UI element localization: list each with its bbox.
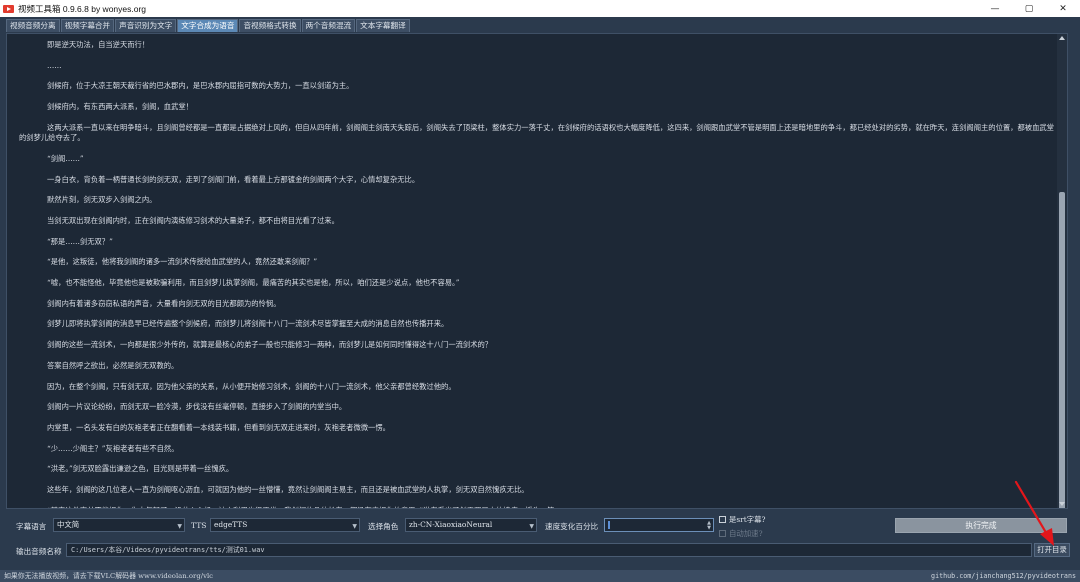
chevron-down-icon: ▼ <box>352 523 357 530</box>
voice-role-select[interactable]: zh-CN-XiaoxiaoNeural ▼ <box>405 518 537 532</box>
scrollbar-thumb[interactable] <box>1059 192 1065 508</box>
auto-speed-checkbox[interactable]: 自动加速? <box>719 528 763 539</box>
text-paragraph: 因为，在整个剑阁，只有剑无双，因为他父亲的关系，从小便开始修习剑术，剑阁的十八门… <box>47 381 456 391</box>
speed-percent-label: 速度变化百分比 <box>545 522 599 531</box>
tab-4[interactable]: 音视频格式转换 <box>239 19 301 32</box>
tab-6[interactable]: 文本字幕翻译 <box>356 19 410 32</box>
auto-speed-label: 自动加速? <box>729 529 763 538</box>
text-paragraph: “少……少阁主？”灰袍老者有些不自然。 <box>47 443 179 453</box>
text-paragraph: 当剑无双出现在剑阁内时，正在剑阁内演练修习剑术的大量弟子，都不由将目光看了过来。 <box>47 216 339 225</box>
text-paragraph: 答案自然呼之欲出，必然是剑无双教的。 <box>47 360 179 370</box>
text-paragraph: 剑阁内有着诸多窃窃私语的声音，大量看向剑无双的目光都颇为的怜悯。 <box>47 298 281 308</box>
text-paragraph: “是他，这叛徒，他将我剑阁的诸多一流剑术传授给血武堂的人，竟然还敢来剑阁？” <box>47 257 318 267</box>
text-paragraph: 剑梦儿即将执掌剑阁的消息早已经传遍整个剑候府，而剑梦儿将剑阁十八门一流剑术尽皆掌… <box>47 319 449 329</box>
subtitle-language-value: 中文简 <box>57 520 80 529</box>
tts-label: TTS <box>191 521 207 530</box>
spin-down-icon[interactable]: ▼ <box>707 525 711 531</box>
window-title: 视频工具箱 0.9.6.8 by wonyes.org <box>18 3 147 14</box>
minimize-icon[interactable]: — <box>978 0 1012 17</box>
text-paragraph: …… <box>47 60 62 70</box>
output-audio-label: 输出音频名称 <box>16 547 62 556</box>
subtitle-language-label: 字幕语言 <box>16 522 47 531</box>
status-bar: 如果你无法播放视频，请去下载VLC解码器 www.videolan.org/vl… <box>0 570 1080 582</box>
scroll-up-icon[interactable] <box>1059 36 1065 40</box>
text-paragraph: 即是逆天功法，自当逆天而行！ <box>47 40 150 49</box>
chevron-down-icon: ▼ <box>177 523 182 530</box>
title-bar: 视频工具箱 0.9.6.8 by wonyes.org — ▢ ✕ <box>0 0 1080 17</box>
tab-5[interactable]: 两个音频混流 <box>301 19 356 32</box>
open-directory-button[interactable]: 打开目录 <box>1034 543 1070 557</box>
tab-2[interactable]: 声音识别为文字 <box>115 19 177 32</box>
voice-role-label: 选择角色 <box>368 522 399 531</box>
speed-percent-input[interactable]: ▲ ▼ <box>604 518 714 532</box>
text-paragraph: 这两大派系一直以来在明争暗斗，且剑阁曾经都是一直都是占据绝对上风的，但自从四年前… <box>19 122 1054 143</box>
execute-button[interactable]: 执行完成 <box>895 518 1067 533</box>
tts-text-input[interactable]: 即是逆天功法，自当逆天而行！ …… 剑候府，位于大凉王朝天裁行省的巴水郡内，是巴水郡… <box>6 33 1068 509</box>
text-paragraph: “剑阁……” <box>47 153 84 163</box>
tts-engine-value: edgeTTS <box>214 520 248 529</box>
text-cursor <box>608 521 610 529</box>
voice-role-value: zh-CN-XiaoxiaoNeural <box>409 520 493 529</box>
checkbox-box[interactable] <box>719 530 726 537</box>
app-logo-icon <box>3 4 14 13</box>
srt-subtitle-checkbox[interactable]: 是srt字幕? <box>719 514 765 525</box>
subtitle-language-select[interactable]: 中文简 ▼ <box>53 518 185 532</box>
text-paragraph: “嘘，也不能怪他，毕竟他也是被欺骗利用，而且剑梦儿执掌剑阁，最痛苦的其实也是他，… <box>47 278 460 288</box>
text-paragraph: 剑阁的这些一流剑术，一向都是很少外传的，就算是最核心的弟子一般也只能修习一两种，… <box>47 340 493 350</box>
text-paragraph: 默然片刻，剑无双步入剑阁之内。 <box>47 195 157 205</box>
scroll-down-icon[interactable] <box>1059 502 1065 506</box>
tab-0[interactable]: 视频音频分离 <box>6 19 60 32</box>
text-paragraph: 这些年，剑阁的这几位老人一直为剑阁呕心沥血，可就因为他的一丝懵懂，竟然让剑阁阁主… <box>47 484 529 494</box>
tab-bar: 视频音频分离 视频字幕合并 声音识别为文字 文字合成为语音 音视频格式转换 两个音频混流文… <box>0 17 1080 32</box>
tab-3[interactable]: 文字合成为语音 <box>177 19 239 32</box>
text-paragraph: “其实这件事并不能怪你，你太年轻了，没什么心机，被人利用也很正常，我剑阁的几位长… <box>19 506 1055 508</box>
maximize-icon[interactable]: ▢ <box>1012 0 1046 17</box>
close-icon[interactable]: ✕ <box>1046 0 1080 17</box>
chevron-down-icon: ▼ <box>529 523 534 530</box>
vlc-hint-text: 如果你无法播放视频，请去下载VLC解码器 www.videolan.org/vl… <box>4 572 214 580</box>
output-path-input[interactable]: C:/Users/本谷/Videos/pyvideotrans/tts/测试01… <box>66 543 1032 557</box>
window-controls: — ▢ ✕ <box>978 0 1080 17</box>
srt-subtitle-label: 是srt字幕? <box>729 515 766 524</box>
text-paragraph: “洪老。”剑无双脸露出谦逊之色，目光则是带着一丝愧疚。 <box>47 464 234 474</box>
text-content: 即是逆天功法，自当逆天而行！ …… 剑候府，位于大凉王朝天裁行省的巴水郡内，是巴水郡… <box>19 40 1055 508</box>
tts-engine-select[interactable]: edgeTTS ▼ <box>210 518 360 532</box>
checkbox-box[interactable] <box>719 516 726 523</box>
tab-1[interactable]: 视频字幕合并 <box>60 19 115 32</box>
text-paragraph: 内堂里，一名头发有白的灰袍老者正在翻看着一本线装书籍，但看到剑无双走进来时，灰袍… <box>47 422 390 432</box>
text-paragraph: 剑候府内，有东西两大派系，剑阁，血武堂！ <box>47 102 193 112</box>
text-paragraph: 一身白衣，背负着一柄普通长剑的剑无双，走到了剑阁门前，看着最上方那镀金的剑阁两个… <box>47 174 420 184</box>
text-paragraph: 剑阁内一片议论纷纷，而剑无双一脸冷漠，步伐没有丝毫停顿，直接步入了剑阁的内堂当中… <box>47 402 347 412</box>
text-paragraph: “那是……剑无双？” <box>47 236 113 246</box>
text-paragraph: 剑候府，位于大凉王朝天裁行省的巴水郡内，是巴水郡内屈指可数的大势力，一直以剑道为… <box>47 81 354 91</box>
vertical-scrollbar[interactable] <box>1057 34 1067 508</box>
github-link[interactable]: github.com/jianchang512/pyvideotrans <box>931 570 1076 582</box>
